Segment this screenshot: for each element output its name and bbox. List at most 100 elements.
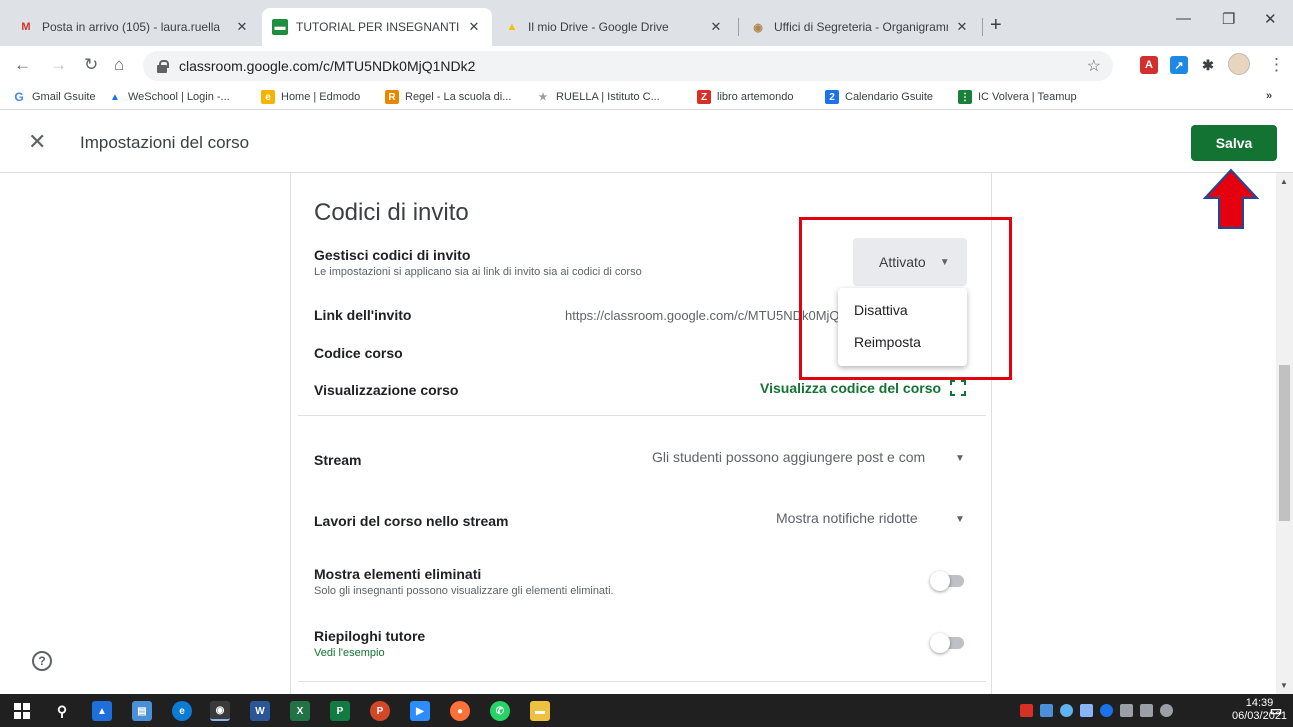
file-explorer-icon[interactable]: ▬: [530, 701, 550, 721]
bookmark-ruella[interactable]: ★ RUELLA | Istituto C...: [536, 90, 660, 104]
forward-icon[interactable]: →: [50, 55, 67, 75]
window-close-icon[interactable]: ✕: [1264, 10, 1277, 28]
firefox-icon[interactable]: ●: [450, 701, 470, 721]
powerpoint-icon[interactable]: P: [370, 701, 390, 721]
tab-close-icon[interactable]: ✕: [954, 19, 970, 35]
tray-app-icon[interactable]: [1040, 704, 1053, 717]
stream-dropdown[interactable]: Gli studenti possono aggiungere post e c…: [652, 449, 939, 465]
home-icon[interactable]: ⌂: [114, 55, 124, 75]
settings-header: ✕ Impostazioni del corso Salva: [0, 111, 1293, 173]
course-view-label: Visualizzazione corso: [314, 382, 459, 398]
drive-icon: ▲: [506, 21, 518, 33]
windows-taskbar: ⚲ ▲ ▤ e ◉ W X P P ▶ ● ✆ ▬ 14:39 06/03/20…: [0, 694, 1293, 727]
bookmark-label: RUELLA | Istituto C...: [556, 91, 660, 103]
minimize-icon[interactable]: —: [1176, 10, 1191, 27]
bookmarks-bar: G Gmail Gsuite ▲ WeSchool | Login -... e…: [0, 86, 1293, 110]
tab-close-icon[interactable]: ✕: [466, 19, 482, 35]
gmail-icon: M: [21, 21, 31, 33]
save-button[interactable]: Salva: [1191, 125, 1277, 161]
bluetooth-icon[interactable]: [1100, 704, 1113, 717]
bookmark-edmodo[interactable]: e Home | Edmodo: [261, 90, 360, 104]
bookmark-regel[interactable]: R Regel - La scuola di...: [385, 90, 511, 104]
stream-label: Stream: [314, 452, 362, 468]
edmodo-icon: e: [261, 90, 275, 104]
publisher-icon[interactable]: P: [330, 701, 350, 721]
tray-app-icon[interactable]: [1060, 704, 1073, 717]
tab-close-icon[interactable]: ✕: [234, 19, 250, 35]
bookmark-calendario[interactable]: 2 Calendario Gsuite: [825, 90, 933, 104]
tab-title: Uffici di Segreteria - Organigramm: [774, 20, 948, 34]
scrollbar-thumb[interactable]: [1279, 365, 1290, 521]
tab-segreteria[interactable]: ◉ Uffici di Segreteria - Organigramm ✕: [740, 8, 980, 46]
tab-gmail[interactable]: M Posta in arrivo (105) - laura.ruella ✕: [8, 8, 260, 46]
bookmark-artemondo[interactable]: Z libro artemondo: [697, 90, 793, 104]
puzzle-extensions-icon[interactable]: ✱: [1199, 56, 1217, 74]
chrome-menu-icon[interactable]: ⋮: [1268, 55, 1285, 75]
fullscreen-icon[interactable]: [950, 380, 966, 396]
see-example-link[interactable]: Vedi l'esempio: [314, 647, 385, 659]
lock-icon: [157, 59, 169, 73]
bookmarks-overflow[interactable]: »: [1266, 90, 1272, 102]
restore-icon[interactable]: ❐: [1222, 10, 1235, 28]
bookmark-star-icon[interactable]: ☆: [1087, 56, 1101, 76]
new-tab-button[interactable]: +: [990, 14, 1002, 37]
volume-icon[interactable]: [1160, 704, 1173, 717]
bookmark-label: Gmail Gsuite: [32, 91, 96, 103]
browser-tab-strip: M Posta in arrivo (105) - laura.ruella ✕…: [0, 0, 1293, 46]
scrollbar[interactable]: ▲ ▼: [1276, 173, 1293, 694]
tab-separator: [982, 18, 983, 36]
back-icon[interactable]: ←: [14, 55, 31, 75]
reload-icon[interactable]: ↻: [84, 55, 98, 75]
bookmark-label: Home | Edmodo: [281, 91, 361, 103]
scroll-down-icon[interactable]: ▼: [1280, 681, 1288, 690]
scroll-up-icon[interactable]: ▲: [1280, 177, 1288, 186]
bookmark-gmail[interactable]: G Gmail Gsuite: [12, 90, 96, 104]
help-icon[interactable]: ?: [32, 651, 52, 671]
app-icon[interactable]: ▲: [92, 701, 112, 721]
search-icon[interactable]: ⚲: [52, 701, 72, 721]
bookmark-teamup[interactable]: ⋮ IC Volvera | Teamup: [958, 90, 1077, 104]
teamup-icon: ⋮: [958, 90, 972, 104]
notifications-icon[interactable]: ▭: [1266, 701, 1286, 721]
bookmark-weschool[interactable]: ▲ WeSchool | Login -...: [108, 90, 230, 104]
profile-avatar-icon[interactable]: [1228, 53, 1250, 75]
classwork-stream-dropdown[interactable]: Mostra notifiche ridotte: [776, 510, 918, 526]
chrome-icon[interactable]: ◉: [210, 701, 230, 721]
display-icon[interactable]: [1140, 704, 1153, 717]
invite-link-value[interactable]: https://classroom.google.com/c/MTU5NDk0M…: [565, 308, 838, 323]
edge-icon[interactable]: e: [172, 701, 192, 721]
app-icon[interactable]: ▤: [132, 701, 152, 721]
show-deleted-toggle[interactable]: [930, 571, 966, 591]
zoom-icon[interactable]: ▶: [410, 701, 430, 721]
tab-title: TUTORIAL PER INSEGNANTI Infar: [296, 20, 460, 34]
settings-content: Codici di invito Gestisci codici di invi…: [0, 173, 1293, 694]
tab-classroom[interactable]: ▬ TUTORIAL PER INSEGNANTI Infar ✕: [262, 8, 492, 46]
tray-app-icon[interactable]: [1080, 704, 1093, 717]
guardian-summaries-toggle[interactable]: [930, 633, 966, 653]
excel-icon[interactable]: X: [290, 701, 310, 721]
manage-invite-codes-description: Le impostazioni si applicano sia ai link…: [314, 266, 642, 278]
page-title: Impostazioni del corso: [80, 133, 250, 152]
browser-toolbar: ← → ↻ ⌂ classroom.google.com/c/MTU5NDk0M…: [0, 46, 1293, 86]
chevron-down-icon[interactable]: ▼: [955, 453, 965, 464]
extension-icon[interactable]: ↗: [1170, 56, 1188, 74]
address-bar[interactable]: classroom.google.com/c/MTU5NDk0MjQ1NDk2 …: [143, 51, 1113, 81]
whatsapp-icon[interactable]: ✆: [490, 701, 510, 721]
bookmark-label: WeSchool | Login -...: [128, 91, 230, 103]
column-border: [290, 173, 291, 694]
show-deleted-label: Mostra elementi eliminati: [314, 566, 482, 582]
tab-drive[interactable]: ▲ Il mio Drive - Google Drive ✕: [494, 8, 734, 46]
annotation-highlight-box: [799, 217, 1012, 380]
view-course-code-link[interactable]: Visualizza codice del corso: [760, 380, 941, 396]
windows-start-icon[interactable]: [12, 701, 32, 721]
tab-close-icon[interactable]: ✕: [708, 19, 724, 35]
tray-app-icon[interactable]: [1020, 704, 1033, 717]
classwork-stream-label: Lavori del corso nello stream: [314, 513, 509, 529]
close-icon[interactable]: ✕: [28, 129, 46, 155]
acrobat-extension-icon[interactable]: A: [1140, 56, 1158, 74]
network-icon[interactable]: [1120, 704, 1133, 717]
word-icon[interactable]: W: [250, 701, 270, 721]
weschool-icon: ▲: [110, 91, 120, 103]
chevron-down-icon[interactable]: ▼: [955, 514, 965, 525]
annotation-arrow-icon: [1203, 168, 1259, 229]
